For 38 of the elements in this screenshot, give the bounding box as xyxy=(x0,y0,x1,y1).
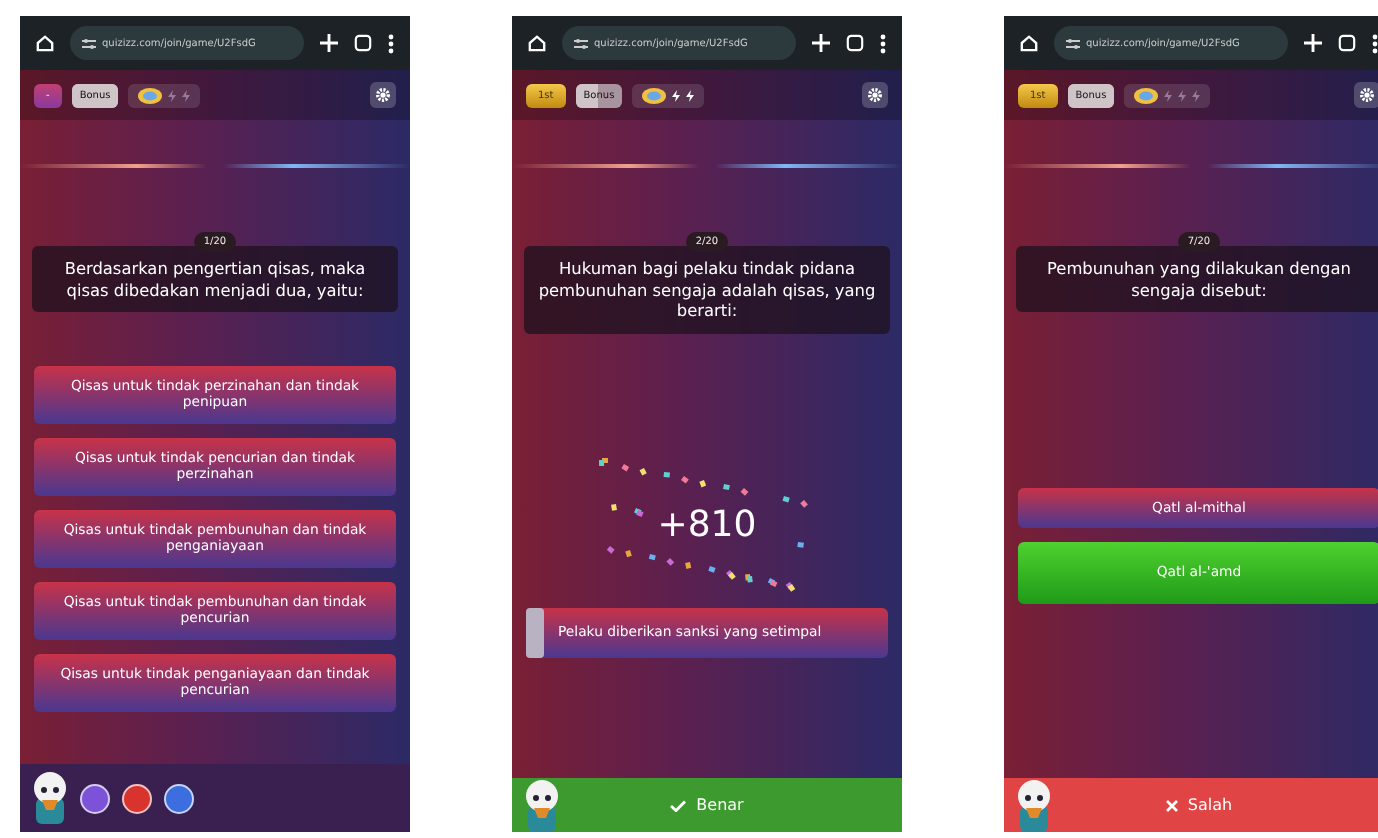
power-up-button[interactable] xyxy=(164,783,194,813)
settings-icon xyxy=(376,88,390,102)
question-text: Berdasarkan pengertian qisas, maka qisas dibedakan menjadi dua, yaitu: xyxy=(32,246,398,312)
cross-icon xyxy=(1165,799,1178,811)
site-settings-icon[interactable] xyxy=(1066,37,1080,49)
new-tab-icon[interactable] xyxy=(1304,34,1322,52)
settings-button[interactable] xyxy=(370,82,396,108)
settings-button[interactable] xyxy=(862,82,888,108)
settings-icon xyxy=(1360,88,1374,102)
power-up-icon xyxy=(1134,87,1159,103)
menu-icon[interactable] xyxy=(388,33,394,53)
tab-switcher-icon[interactable] xyxy=(846,34,864,52)
mascot-icon xyxy=(524,780,560,832)
result-label: Salah xyxy=(1187,796,1233,814)
check-icon xyxy=(670,799,687,811)
power-up-icon xyxy=(642,87,667,103)
mascot-icon xyxy=(1016,780,1052,832)
question-text: Hukuman bagi pelaku tindak pidana pembunuhan sengaja adalah qisas, yang berarti: xyxy=(524,246,890,333)
home-icon[interactable] xyxy=(528,34,546,52)
points-gained: +810 xyxy=(657,503,757,545)
new-tab-icon[interactable] xyxy=(320,34,338,52)
menu-icon[interactable] xyxy=(1372,33,1378,53)
settings-button[interactable] xyxy=(1354,82,1378,108)
home-icon[interactable] xyxy=(1020,34,1038,52)
power-up-button[interactable] xyxy=(80,783,110,813)
settings-icon xyxy=(868,88,882,102)
site-settings-icon[interactable] xyxy=(574,37,588,49)
tab-switcher-icon[interactable] xyxy=(354,34,372,52)
menu-icon[interactable] xyxy=(880,33,886,53)
new-tab-icon[interactable] xyxy=(812,34,830,52)
power-up-button[interactable] xyxy=(122,783,152,813)
result-label: Benar xyxy=(696,796,744,814)
question-text: Pembunuhan yang dilakukan dengan sengaja disebut: xyxy=(1016,246,1378,312)
mascot-icon xyxy=(32,772,68,824)
power-up-icon xyxy=(138,87,163,103)
tab-switcher-icon[interactable] xyxy=(1338,34,1356,52)
site-settings-icon[interactable] xyxy=(82,37,96,49)
home-icon[interactable] xyxy=(36,34,54,52)
